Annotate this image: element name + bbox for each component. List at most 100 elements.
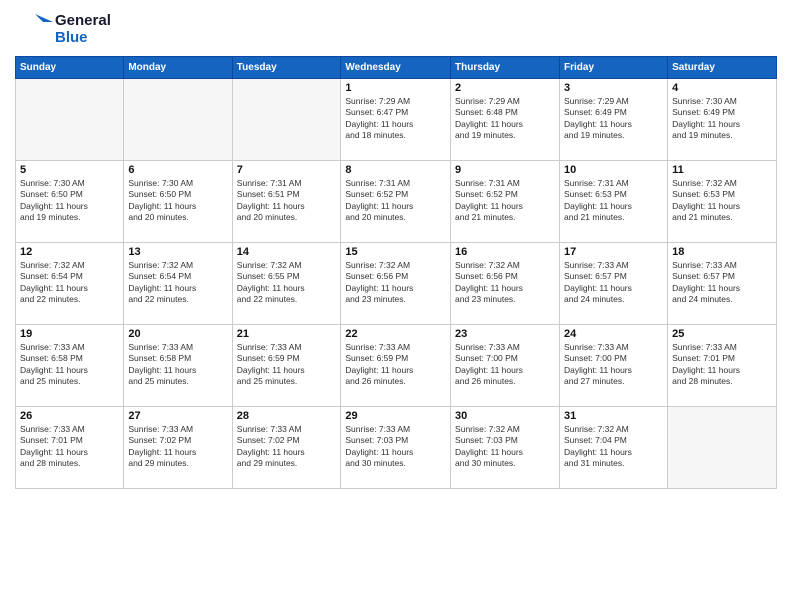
weekday-monday: Monday [124, 57, 232, 79]
day-cell: 5 Sunrise: 7:30 AM Sunset: 6:50 PM Daylig… [16, 161, 124, 243]
day-number: 10 [564, 164, 663, 176]
day-info: Sunrise: 7:32 AM Sunset: 7:03 PM Dayligh… [455, 424, 555, 470]
week-row-0: 1Sunrise: 7:29 AM Sunset: 6:47 PM Daylig… [16, 79, 777, 161]
weekday-header-row: SundayMondayTuesdayWednesdayThursdayFrid… [16, 57, 777, 79]
day-cell: 8 Sunrise: 7:31 AM Sunset: 6:52 PM Daylig… [341, 161, 451, 243]
day-number: 4 [672, 82, 772, 94]
day-number: 8 [345, 164, 446, 176]
day-number: 20 [128, 328, 227, 340]
day-cell: 15Sunrise: 7:32 AM Sunset: 6:56 PM Dayli… [341, 243, 451, 325]
day-cell: 25Sunrise: 7:33 AM Sunset: 7:01 PM Dayli… [668, 325, 777, 407]
day-cell: 29Sunrise: 7:33 AM Sunset: 7:03 PM Dayli… [341, 407, 451, 489]
day-cell: 6 Sunrise: 7:30 AM Sunset: 6:50 PM Daylig… [124, 161, 232, 243]
day-number: 31 [564, 410, 663, 422]
day-info: Sunrise: 7:32 AM Sunset: 6:53 PM Dayligh… [672, 178, 772, 224]
day-cell [668, 407, 777, 489]
day-info: Sunrise: 7:33 AM Sunset: 6:58 PM Dayligh… [128, 342, 227, 388]
week-row-1: 5 Sunrise: 7:30 AM Sunset: 6:50 PM Daylig… [16, 161, 777, 243]
day-cell: 10 Sunrise: 7:31 AM Sunset: 6:53 PM Dayli… [560, 161, 668, 243]
day-number: 2 [455, 82, 555, 94]
logo-container: General Blue [15, 10, 111, 48]
day-number: 21 [237, 328, 337, 340]
day-cell: 24Sunrise: 7:33 AM Sunset: 7:00 PM Dayli… [560, 325, 668, 407]
day-number: 15 [345, 246, 446, 258]
day-info: Sunrise: 7:33 AM Sunset: 7:01 PM Dayligh… [672, 342, 772, 388]
day-number: 12 [20, 246, 119, 258]
day-number: 5 [20, 164, 119, 176]
day-cell: 2 Sunrise: 7:29 AM Sunset: 6:48 PM Daylig… [451, 79, 560, 161]
weekday-wednesday: Wednesday [341, 57, 451, 79]
day-cell: 9 Sunrise: 7:31 AM Sunset: 6:52 PM Daylig… [451, 161, 560, 243]
day-number: 26 [20, 410, 119, 422]
day-info: Sunrise: 7:33 AM Sunset: 6:59 PM Dayligh… [345, 342, 446, 388]
day-cell: 13 Sunrise: 7:32 AM Sunset: 6:54 PM Dayli… [124, 243, 232, 325]
day-info: Sunrise: 7:33 AM Sunset: 6:57 PM Dayligh… [672, 260, 772, 306]
day-info: Sunrise: 7:32 AM Sunset: 6:54 PM Dayligh… [128, 260, 227, 306]
day-cell: 16Sunrise: 7:32 AM Sunset: 6:56 PM Dayli… [451, 243, 560, 325]
day-number: 22 [345, 328, 446, 340]
day-info: Sunrise: 7:30 AM Sunset: 6:50 PM Dayligh… [128, 178, 227, 224]
day-info: Sunrise: 7:33 AM Sunset: 6:58 PM Dayligh… [20, 342, 119, 388]
day-number: 9 [455, 164, 555, 176]
calendar: SundayMondayTuesdayWednesdayThursdayFrid… [15, 56, 777, 489]
day-number: 13 [128, 246, 227, 258]
day-info: Sunrise: 7:32 AM Sunset: 6:54 PM Dayligh… [20, 260, 119, 306]
day-cell: 30 Sunrise: 7:32 AM Sunset: 7:03 PM Dayli… [451, 407, 560, 489]
logo: General Blue [15, 10, 111, 48]
day-cell: 31 Sunrise: 7:32 AM Sunset: 7:04 PM Dayli… [560, 407, 668, 489]
day-cell: 28Sunrise: 7:33 AM Sunset: 7:02 PM Dayli… [232, 407, 341, 489]
logo-general: General [55, 12, 111, 29]
day-cell: 11 Sunrise: 7:32 AM Sunset: 6:53 PM Dayli… [668, 161, 777, 243]
day-info: Sunrise: 7:33 AM Sunset: 7:00 PM Dayligh… [455, 342, 555, 388]
day-cell [124, 79, 232, 161]
day-number: 6 [128, 164, 227, 176]
day-info: Sunrise: 7:31 AM Sunset: 6:53 PM Dayligh… [564, 178, 663, 224]
day-number: 30 [455, 410, 555, 422]
day-cell: 17Sunrise: 7:33 AM Sunset: 6:57 PM Dayli… [560, 243, 668, 325]
day-info: Sunrise: 7:33 AM Sunset: 6:57 PM Dayligh… [564, 260, 663, 306]
day-info: Sunrise: 7:33 AM Sunset: 6:59 PM Dayligh… [237, 342, 337, 388]
day-info: Sunrise: 7:33 AM Sunset: 7:01 PM Dayligh… [20, 424, 119, 470]
day-info: Sunrise: 7:30 AM Sunset: 6:50 PM Dayligh… [20, 178, 119, 224]
day-info: Sunrise: 7:29 AM Sunset: 6:49 PM Dayligh… [564, 96, 663, 142]
day-info: Sunrise: 7:33 AM Sunset: 7:00 PM Dayligh… [564, 342, 663, 388]
day-cell: 23 Sunrise: 7:33 AM Sunset: 7:00 PM Dayli… [451, 325, 560, 407]
page: General Blue SundayMondayTuesdayWednesda… [0, 0, 792, 612]
weekday-tuesday: Tuesday [232, 57, 341, 79]
day-cell: 18 Sunrise: 7:33 AM Sunset: 6:57 PM Dayli… [668, 243, 777, 325]
day-number: 23 [455, 328, 555, 340]
day-info: Sunrise: 7:33 AM Sunset: 7:02 PM Dayligh… [128, 424, 227, 470]
week-row-4: 26 Sunrise: 7:33 AM Sunset: 7:01 PM Dayli… [16, 407, 777, 489]
weekday-saturday: Saturday [668, 57, 777, 79]
logo-blue: Blue [55, 29, 111, 46]
week-row-2: 12 Sunrise: 7:32 AM Sunset: 6:54 PM Dayli… [16, 243, 777, 325]
day-cell: 21 Sunrise: 7:33 AM Sunset: 6:59 PM Dayli… [232, 325, 341, 407]
day-number: 11 [672, 164, 772, 176]
day-cell: 4 Sunrise: 7:30 AM Sunset: 6:49 PM Daylig… [668, 79, 777, 161]
day-info: Sunrise: 7:30 AM Sunset: 6:49 PM Dayligh… [672, 96, 772, 142]
day-info: Sunrise: 7:31 AM Sunset: 6:51 PM Dayligh… [237, 178, 337, 224]
day-info: Sunrise: 7:33 AM Sunset: 7:03 PM Dayligh… [345, 424, 446, 470]
day-cell: 22 Sunrise: 7:33 AM Sunset: 6:59 PM Dayli… [341, 325, 451, 407]
weekday-friday: Friday [560, 57, 668, 79]
day-number: 16 [455, 246, 555, 258]
weekday-sunday: Sunday [16, 57, 124, 79]
day-cell: 19Sunrise: 7:33 AM Sunset: 6:58 PM Dayli… [16, 325, 124, 407]
day-info: Sunrise: 7:29 AM Sunset: 6:48 PM Dayligh… [455, 96, 555, 142]
day-cell [16, 79, 124, 161]
weekday-thursday: Thursday [451, 57, 560, 79]
week-row-3: 19Sunrise: 7:33 AM Sunset: 6:58 PM Dayli… [16, 325, 777, 407]
day-number: 14 [237, 246, 337, 258]
day-number: 3 [564, 82, 663, 94]
day-info: Sunrise: 7:32 AM Sunset: 6:55 PM Dayligh… [237, 260, 337, 306]
day-number: 18 [672, 246, 772, 258]
day-cell [232, 79, 341, 161]
day-cell: 3 Sunrise: 7:29 AM Sunset: 6:49 PM Daylig… [560, 79, 668, 161]
day-cell: 20 Sunrise: 7:33 AM Sunset: 6:58 PM Dayli… [124, 325, 232, 407]
day-info: Sunrise: 7:32 AM Sunset: 7:04 PM Dayligh… [564, 424, 663, 470]
day-cell: 12 Sunrise: 7:32 AM Sunset: 6:54 PM Dayli… [16, 243, 124, 325]
day-info: Sunrise: 7:33 AM Sunset: 7:02 PM Dayligh… [237, 424, 337, 470]
day-info: Sunrise: 7:31 AM Sunset: 6:52 PM Dayligh… [455, 178, 555, 224]
day-cell: 14 Sunrise: 7:32 AM Sunset: 6:55 PM Dayli… [232, 243, 341, 325]
day-info: Sunrise: 7:31 AM Sunset: 6:52 PM Dayligh… [345, 178, 446, 224]
